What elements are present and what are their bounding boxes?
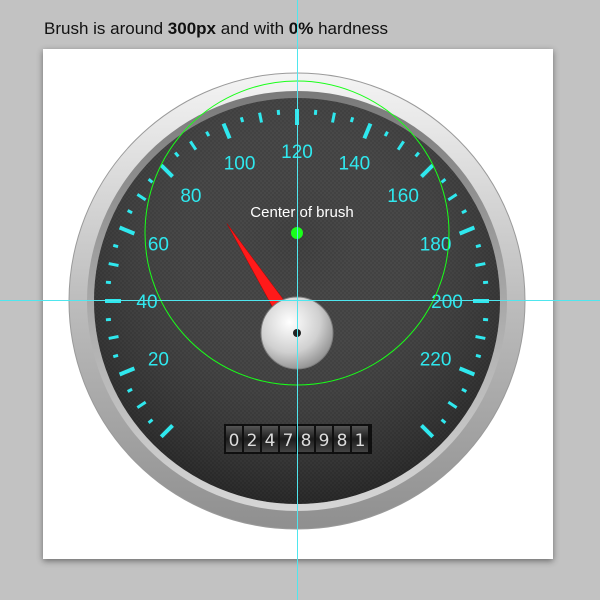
minor-tick	[349, 116, 355, 123]
brush-center-label: Center of brush	[250, 204, 353, 221]
minor-tick	[383, 130, 389, 137]
minor-tick	[475, 335, 486, 340]
odometer-digit: 2	[247, 431, 258, 451]
scale-label-60: 60	[148, 235, 169, 256]
minor-tick	[461, 387, 468, 393]
minor-tick	[205, 130, 211, 137]
scale-label-40: 40	[136, 292, 157, 313]
scale-label-220: 220	[420, 349, 452, 370]
scale-label-80: 80	[180, 186, 201, 207]
odometer-digit: 8	[337, 431, 348, 451]
minor-tick	[331, 112, 336, 123]
minor-tick	[461, 209, 468, 215]
minor-tick	[475, 262, 486, 267]
odometer-digit: 1	[355, 431, 366, 451]
minor-tick	[112, 243, 119, 249]
odometer-digit: 9	[319, 431, 330, 451]
scale-label-100: 100	[224, 153, 256, 174]
minor-tick	[126, 387, 133, 393]
minor-tick	[108, 262, 119, 267]
odometer-digit: 4	[265, 431, 276, 451]
scale-label-140: 140	[339, 153, 371, 174]
odometer-digit: 8	[301, 431, 312, 451]
minor-tick	[108, 335, 119, 340]
minor-tick	[239, 116, 245, 123]
horizontal-guide-line[interactable]	[0, 300, 600, 301]
odometer-digit: 7	[283, 431, 294, 451]
scale-label-160: 160	[387, 186, 419, 207]
odometer-digit: 0	[229, 431, 240, 451]
minor-tick	[126, 209, 133, 215]
scale-label-20: 20	[148, 349, 169, 370]
scale-label-180: 180	[420, 235, 452, 256]
minor-tick	[258, 112, 263, 123]
minor-tick	[475, 243, 482, 249]
minor-tick	[112, 353, 119, 359]
minor-tick	[475, 353, 482, 359]
odometer: 02478981	[224, 424, 372, 454]
